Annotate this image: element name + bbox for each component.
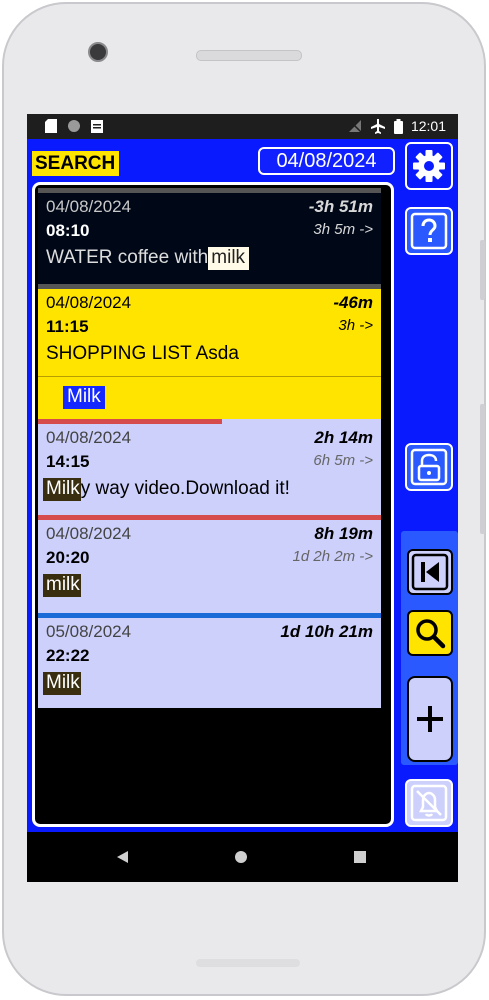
list-item[interactable]: 04/08/2024 11:15 -46m 3h -> SHOPPING LIS… (38, 284, 381, 419)
reminder-list: 04/08/2024 08:10 -3h 51m 3h 5m -> WATER … (38, 188, 381, 708)
item-title: SHOPPING LIST Asda (46, 343, 239, 364)
unlock-icon (410, 448, 448, 486)
item-date: 04/08/2024 (46, 293, 132, 312)
item-duration: 1d 2h 2m -> (292, 548, 373, 565)
list-item-line: Milk (63, 386, 105, 409)
item-time: 20:20 (46, 548, 90, 567)
sd-card-icon (45, 119, 57, 133)
plus-icon (417, 706, 443, 732)
home-icon[interactable] (234, 850, 248, 864)
item-progress-bar (38, 419, 222, 424)
item-duration: 3h -> (338, 317, 373, 334)
item-time: 08:10 (46, 221, 90, 240)
list-item[interactable]: 05/08/2024 22:22 1d 10h 21m Milk (38, 613, 381, 708)
item-date: 04/08/2024 (46, 524, 132, 543)
volume-button (480, 240, 485, 300)
jump-to-first-button[interactable] (407, 549, 453, 595)
question-icon (410, 212, 448, 250)
item-title: Milky way video.Download it! (43, 478, 290, 501)
item-progress-bar (38, 515, 381, 520)
reminder-list-frame: 04/08/2024 08:10 -3h 51m 3h 5m -> WATER … (32, 182, 394, 827)
item-date: 05/08/2024 (46, 622, 132, 641)
airplane-mode-icon (370, 119, 385, 134)
sync-icon (68, 120, 80, 132)
phone-chin (196, 959, 300, 967)
lock-button[interactable] (405, 443, 453, 491)
title-text: WATER coffee with (46, 247, 209, 268)
system-navigation-bar (27, 832, 458, 882)
search-match: milk (208, 247, 250, 270)
screen: 12:01 SEARCH 04/08/2024 04/08/2024 08:10… (27, 114, 458, 882)
search-button[interactable] (407, 610, 453, 656)
item-duration: 6h 5m -> (313, 452, 373, 469)
search-match: milk (43, 574, 81, 597)
recents-icon[interactable] (354, 851, 366, 863)
search-match: Milk (43, 672, 81, 695)
item-title: WATER coffee with milk (46, 247, 250, 270)
no-signal-icon (348, 120, 362, 133)
item-relative-time: 8h 19m (314, 524, 373, 543)
item-progress-bar (38, 188, 381, 193)
item-relative-time: 2h 14m (314, 428, 373, 447)
current-date-button[interactable]: 04/08/2024 (258, 147, 395, 175)
battery-icon (393, 118, 403, 134)
item-progress-bar (38, 284, 381, 289)
item-divider (38, 376, 381, 377)
gear-icon (413, 150, 445, 182)
item-relative-time: -3h 51m (308, 197, 373, 216)
front-camera (88, 42, 108, 62)
item-title: milk (43, 574, 81, 597)
search-match: Milk (63, 386, 105, 409)
help-button[interactable] (405, 207, 453, 255)
search-match: Milk (43, 478, 81, 501)
item-time: 14:15 (46, 452, 90, 471)
item-duration: 3h 5m -> (313, 221, 373, 238)
add-reminder-button[interactable] (407, 676, 453, 762)
title-text: y way video.Download it! (80, 478, 290, 499)
item-time: 22:22 (46, 646, 90, 665)
search-mode-label[interactable]: SEARCH (32, 151, 120, 176)
item-date: 04/08/2024 (46, 428, 132, 447)
notifications-button[interactable] (405, 779, 453, 827)
skip-to-start-icon (411, 553, 449, 591)
list-item[interactable]: 04/08/2024 14:15 2h 14m 6h 5m -> Milky w… (38, 419, 381, 515)
magnifier-icon (416, 619, 446, 649)
item-relative-time: -46m (333, 293, 373, 312)
item-progress-bar (38, 613, 381, 618)
power-button (480, 404, 485, 534)
calendar-icon (91, 120, 103, 133)
status-bar: 12:01 (27, 114, 458, 139)
earpiece-speaker (196, 50, 302, 61)
item-date: 04/08/2024 (46, 197, 132, 216)
item-time: 11:15 (46, 317, 89, 336)
app-main: SEARCH 04/08/2024 04/08/2024 08:10 -3h 5… (27, 139, 458, 832)
bell-off-icon (410, 784, 448, 822)
status-time: 12:01 (410, 118, 446, 134)
list-item[interactable]: 04/08/2024 20:20 8h 19m 1d 2h 2m -> milk (38, 515, 381, 613)
settings-button[interactable] (405, 142, 453, 190)
list-item[interactable]: 04/08/2024 08:10 -3h 51m 3h 5m -> WATER … (38, 188, 381, 284)
back-icon[interactable] (116, 850, 130, 864)
item-title: Milk (43, 672, 81, 695)
item-relative-time: 1d 10h 21m (280, 622, 373, 641)
